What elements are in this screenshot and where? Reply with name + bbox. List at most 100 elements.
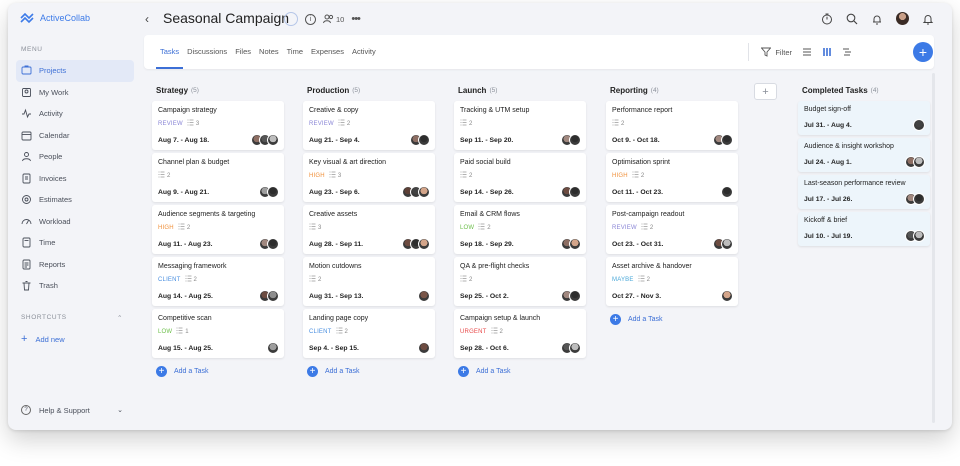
completed-task-card[interactable]: Kickoff & brief Jul 10. - Jul 19. [798, 212, 930, 246]
task-dates: Sep 11. - Sep 20. [460, 137, 514, 144]
avatar[interactable] [721, 186, 733, 198]
task-card[interactable]: Campaign setup & launch URGENT 2 Sep 28. - … [454, 309, 586, 358]
sidebar-item-workload[interactable]: Workload [16, 211, 134, 233]
task-card[interactable]: Performance report 2 Oct 9. - Oct 18. [606, 101, 738, 150]
subtasks-icon [460, 275, 467, 284]
sidebar-item-estimates[interactable]: Estimates [16, 189, 134, 211]
tab-tasks[interactable]: Tasks [156, 35, 184, 69]
assignee-avatars [561, 186, 581, 198]
tab-expenses[interactable]: Expenses [307, 35, 348, 69]
avatar[interactable] [267, 290, 279, 302]
task-card[interactable]: Post-campaign readout REVIEW 2 Oct 23. - Oc… [606, 205, 738, 254]
avatar[interactable] [418, 186, 430, 198]
avatar[interactable] [418, 134, 430, 146]
app-logo[interactable]: ActiveCollab [19, 11, 90, 25]
more-icon[interactable]: ••• [351, 13, 361, 25]
add-task-button[interactable]: + Add a Task [152, 366, 284, 377]
avatar[interactable] [418, 290, 430, 302]
avatar[interactable] [569, 134, 581, 146]
task-dates: Aug 14. - Aug 25. [158, 293, 213, 300]
timer-icon[interactable] [821, 13, 833, 25]
chevron-up-icon[interactable]: ⌃ [117, 314, 123, 322]
subtask-count: 2 [478, 223, 491, 232]
avatar[interactable] [569, 186, 581, 198]
avatar[interactable] [913, 156, 925, 168]
help-support[interactable]: ? Help & Support ⌄ [21, 405, 123, 415]
board-scrollbar[interactable] [932, 73, 935, 423]
avatar[interactable] [267, 134, 279, 146]
tab-discussions[interactable]: Discussions [183, 35, 231, 69]
completed-task-card[interactable]: Audience & insight workshop Jul 24. - Aug… [798, 138, 930, 172]
sidebar-item-time[interactable]: Time [16, 232, 134, 254]
add-button[interactable]: + [913, 42, 933, 62]
sidebar-item-invoices[interactable]: Invoices [16, 168, 134, 190]
task-card[interactable]: Optimisation sprint HIGH 2 Oct 11. - Oct 23… [606, 153, 738, 202]
timeline-view-icon[interactable] [842, 47, 852, 57]
avatar[interactable] [267, 238, 279, 250]
task-card[interactable]: QA & pre-flight checks 2 Sep 25. - Oct 2. [454, 257, 586, 306]
people-button[interactable]: 10 [323, 14, 344, 24]
avatar[interactable] [418, 342, 430, 354]
task-card[interactable]: Email & CRM flows LOW 2 Sep 18. - Sep 29. [454, 205, 586, 254]
subtasks-icon [178, 223, 185, 232]
sidebar-item-projects[interactable]: Projects [16, 60, 134, 82]
task-card[interactable]: Creative & copy REVIEW 2 Aug 21. - Sep 4. [303, 101, 435, 150]
task-card[interactable]: Landing page copy CLIENT 2 Sep 4. - Sep 15. [303, 309, 435, 358]
completed-task-card[interactable]: Last-season performance review Jul 17. - … [798, 175, 930, 209]
task-card[interactable]: Campaign strategy REVIEW 3 Aug 7. - Aug 18. [152, 101, 284, 150]
task-dates: Oct 11. - Oct 23. [612, 189, 663, 196]
project-progress-icon[interactable] [284, 12, 298, 26]
avatar[interactable] [569, 290, 581, 302]
sidebar-item-my-work[interactable]: My Work [16, 82, 134, 104]
avatar[interactable] [267, 342, 279, 354]
sidebar-item-people[interactable]: People [16, 146, 134, 168]
task-card[interactable]: Messaging framework CLIENT 2 Aug 14. - Aug … [152, 257, 284, 306]
tab-files[interactable]: Files [231, 35, 255, 69]
sidebar-item-reports[interactable]: Reports [16, 254, 134, 276]
back-arrow-icon[interactable]: ‹ [145, 12, 149, 26]
info-icon[interactable]: i [305, 13, 316, 25]
filter-button[interactable]: Filter [761, 47, 792, 57]
task-card[interactable]: Audience segments & targeting HIGH 2 Aug 11… [152, 205, 284, 254]
avatar[interactable] [721, 134, 733, 146]
sidebar-item-activity[interactable]: Activity [16, 103, 134, 125]
task-card[interactable]: Paid social build 2 Sep 14. - Sep 26. [454, 153, 586, 202]
task-card[interactable]: Channel plan & budget 2 Aug 9. - Aug 21. [152, 153, 284, 202]
avatar[interactable] [569, 238, 581, 250]
tab-time[interactable]: Time [283, 35, 307, 69]
assignee-avatars [267, 342, 279, 354]
avatar[interactable] [569, 342, 581, 354]
avatar[interactable] [721, 290, 733, 302]
task-meta: HIGH 2 [158, 223, 278, 232]
add-new-shortcut[interactable]: + Add new [21, 333, 65, 345]
user-avatar[interactable] [896, 12, 909, 25]
task-card[interactable]: Competitive scan LOW 1 Aug 15. - Aug 25. [152, 309, 284, 358]
task-card[interactable]: Tracking & UTM setup 2 Sep 11. - Sep 20. [454, 101, 586, 150]
add-task-button[interactable]: + Add a Task [303, 366, 435, 377]
column-view-icon[interactable] [822, 47, 832, 57]
avatar[interactable] [721, 238, 733, 250]
add-column-button[interactable]: + [754, 83, 777, 100]
avatar[interactable] [913, 193, 925, 205]
column-title: Production [307, 85, 350, 95]
assignee-avatars [418, 290, 430, 302]
avatar[interactable] [913, 230, 925, 242]
tab-activity[interactable]: Activity [348, 35, 380, 69]
list-view-icon[interactable] [802, 47, 812, 57]
avatar[interactable] [913, 119, 925, 131]
task-card[interactable]: Key visual & art direction HIGH 3 Aug 23. -… [303, 153, 435, 202]
completed-task-card[interactable]: Budget sign-off Jul 31. - Aug 4. [798, 101, 930, 135]
avatar[interactable] [418, 238, 430, 250]
add-task-button[interactable]: + Add a Task [606, 314, 738, 325]
sidebar-item-calendar[interactable]: Calendar [16, 125, 134, 147]
task-card[interactable]: Motion cutdowns 2 Aug 31. - Sep 13. [303, 257, 435, 306]
search-icon[interactable] [846, 13, 858, 25]
sidebar-item-trash[interactable]: Trash [16, 275, 134, 297]
task-card[interactable]: Asset archive & handover MAYBE 2 Oct 27. - … [606, 257, 738, 306]
task-card[interactable]: Creative assets 3 Aug 28. - Sep 11. [303, 205, 435, 254]
announcements-icon[interactable] [871, 13, 883, 25]
notifications-bell-icon[interactable] [922, 13, 934, 25]
add-task-button[interactable]: + Add a Task [454, 366, 586, 377]
avatar[interactable] [267, 186, 279, 198]
tab-notes[interactable]: Notes [255, 35, 283, 69]
